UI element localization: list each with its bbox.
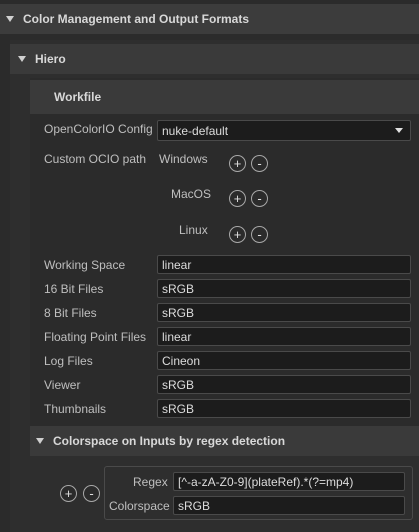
platform-label-windows: Windows xyxy=(159,152,208,166)
add-macos-path-button[interactable]: + xyxy=(229,190,246,207)
field-label-working-space: Working Space xyxy=(44,258,126,272)
8bit-files-input[interactable]: sRGB xyxy=(157,303,411,322)
log-files-input[interactable]: Cineon xyxy=(157,351,411,370)
colorspace-input[interactable]: sRGB xyxy=(173,496,405,515)
ocio-config-label: OpenColorIO Config xyxy=(44,122,153,136)
field-label-thumbnails: Thumbnails xyxy=(44,402,107,416)
section-header-workfile: Workfile xyxy=(30,80,419,114)
field-label-16bit: 16 Bit Files xyxy=(44,282,104,296)
viewer-input[interactable]: sRGB xyxy=(157,375,411,394)
custom-ocio-path-label: Custom OCIO path xyxy=(44,152,147,166)
ocio-config-dropdown[interactable]: nuke-default xyxy=(157,120,411,141)
section-header-regex[interactable]: Colorspace on Inputs by regex detection xyxy=(30,426,419,456)
thumbnails-input[interactable]: sRGB xyxy=(157,399,411,418)
dropdown-arrow-icon xyxy=(395,128,403,133)
platform-label-macos: MacOS xyxy=(171,187,212,201)
section-title: Workfile xyxy=(54,90,102,104)
chevron-down-icon xyxy=(36,438,44,444)
platform-label-linux: Linux xyxy=(179,223,208,237)
add-linux-path-button[interactable]: + xyxy=(229,226,246,243)
section-title: Hiero xyxy=(35,52,66,66)
regex-label: Regex xyxy=(133,475,168,489)
floating-point-files-input[interactable]: linear xyxy=(157,327,411,346)
field-label-log-files: Log Files xyxy=(44,354,93,368)
ocio-config-value: nuke-default xyxy=(162,123,229,138)
add-regex-rule-button[interactable]: + xyxy=(60,485,77,502)
remove-macos-path-button[interactable]: - xyxy=(251,190,268,207)
field-label-floating-point: Floating Point Files xyxy=(44,330,147,344)
remove-windows-path-button[interactable]: - xyxy=(251,155,268,172)
chevron-down-icon xyxy=(6,16,14,22)
working-space-input[interactable]: linear xyxy=(157,255,411,274)
regex-input[interactable]: [^-a-zA-Z0-9](plateRef).*(?=mp4) xyxy=(173,472,405,491)
field-label-viewer: Viewer xyxy=(44,378,81,392)
section-header-color-management[interactable]: Color Management and Output Formats xyxy=(0,4,419,34)
field-label-8bit: 8 Bit Files xyxy=(44,306,97,320)
add-windows-path-button[interactable]: + xyxy=(229,155,246,172)
section-title: Color Management and Output Formats xyxy=(23,12,250,26)
16bit-files-input[interactable]: sRGB xyxy=(157,279,411,298)
chevron-down-icon xyxy=(18,56,26,62)
section-header-hiero[interactable]: Hiero xyxy=(10,44,419,74)
remove-linux-path-button[interactable]: - xyxy=(251,226,268,243)
section-title: Colorspace on Inputs by regex detection xyxy=(53,434,286,448)
colorspace-label: Colorspace xyxy=(109,499,170,513)
remove-regex-rule-button[interactable]: - xyxy=(83,485,100,502)
